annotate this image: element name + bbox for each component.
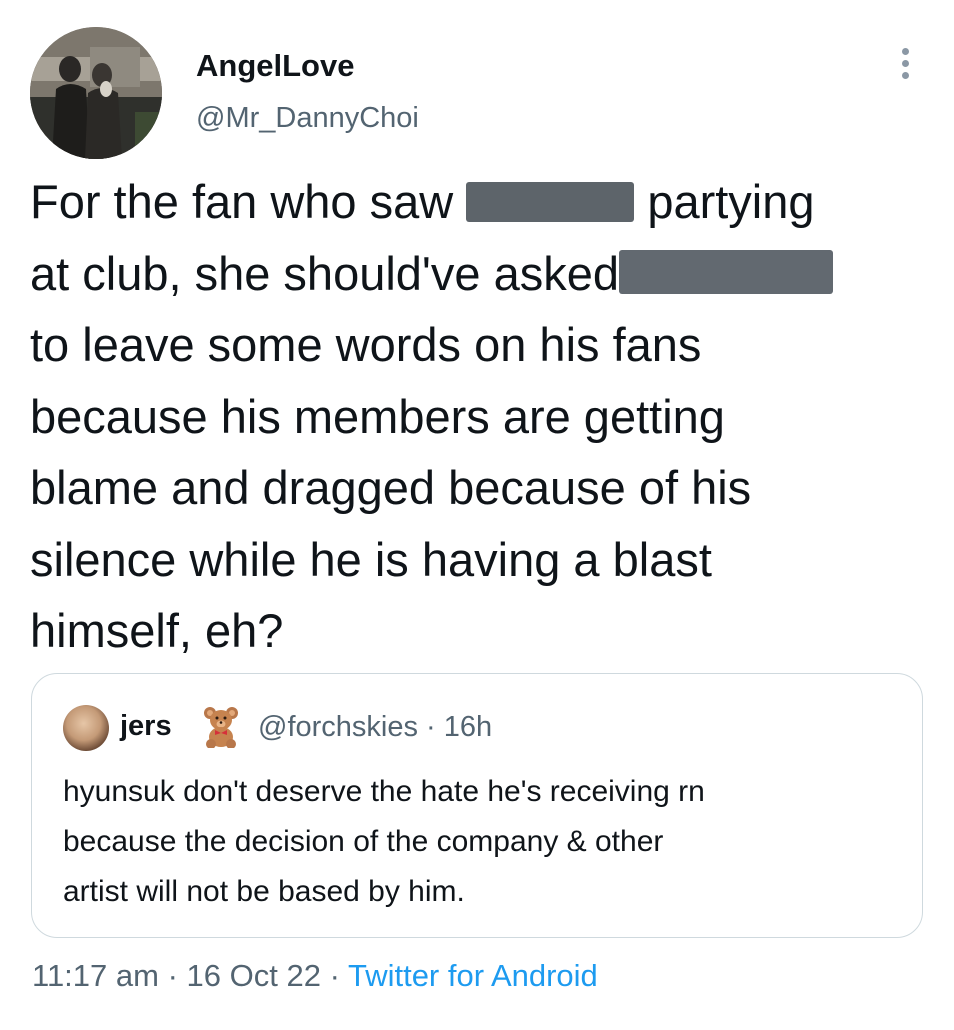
author-avatar[interactable]: [30, 27, 162, 159]
quoted-author-avatar[interactable]: [63, 705, 109, 751]
more-options-icon[interactable]: [895, 48, 915, 86]
dot: [901, 60, 909, 67]
separator: ·: [329, 958, 340, 993]
quoted-meta: @forchskies · 16h: [258, 711, 492, 744]
author-handle[interactable]: @Mr_DannyChoi: [196, 102, 419, 135]
tweet-text: For the fan who saw partying at club, sh…: [30, 166, 935, 667]
separator: ·: [167, 958, 178, 993]
separator: ·: [426, 711, 436, 743]
author-display-name[interactable]: AngelLove: [196, 48, 354, 84]
tweet-time[interactable]: 11:17 am: [32, 958, 159, 993]
tweet-footer: 11:17 am · 16 Oct 22 · Twitter for Andro…: [32, 958, 598, 994]
teddy-bear-icon: [204, 707, 238, 748]
dot: [901, 72, 909, 79]
quoted-tweet-card[interactable]: jers @forchskies · 16h hyunsuk don't des…: [31, 673, 923, 938]
quoted-author-name: jers: [120, 710, 172, 742]
tweet-text-part-3: to leave some words on his fans because …: [30, 318, 752, 657]
quoted-tweet-text: hyunsuk don't deserve the hate he's rece…: [63, 775, 705, 908]
quoted-timestamp[interactable]: 16h: [444, 711, 492, 743]
redaction-box: [619, 249, 834, 294]
tweet-source-link[interactable]: Twitter for Android: [348, 958, 598, 993]
tweet-text-part-1: For the fan who saw: [30, 175, 467, 228]
avatar-photo: [30, 27, 162, 159]
dot: [901, 48, 909, 55]
redaction-box: [466, 182, 635, 222]
tweet-date[interactable]: 16 Oct 22: [187, 958, 321, 993]
quoted-author-handle: @forchskies: [258, 711, 418, 743]
